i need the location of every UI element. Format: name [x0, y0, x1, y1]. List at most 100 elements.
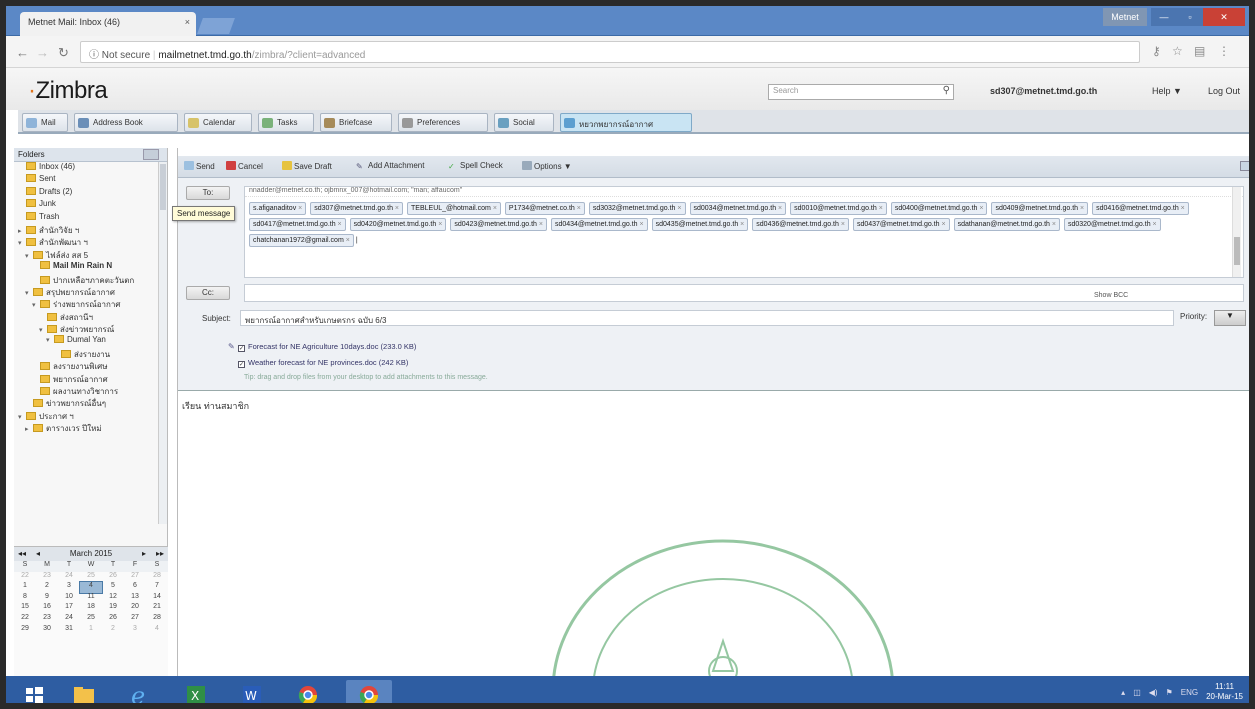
- recipient-bubble[interactable]: sd0423@metnet.tmd.go.th ×: [450, 218, 547, 231]
- folder-item[interactable]: ▸ สำนักวิจัย ฯ: [14, 224, 167, 236]
- minimize-icon[interactable]: —: [1151, 8, 1177, 26]
- language-indicator[interactable]: ENG: [1181, 688, 1198, 697]
- menu-icon[interactable]: ⋮: [1218, 44, 1230, 58]
- calendar-day[interactable]: 23: [36, 614, 58, 625]
- folder-item[interactable]: Junk: [14, 199, 167, 211]
- file-explorer-icon[interactable]: [66, 680, 102, 703]
- remove-recipient-icon[interactable]: ×: [1078, 205, 1084, 212]
- folder-item[interactable]: ▾ ส่งข่าวพยากรณ์: [14, 323, 167, 335]
- remove-recipient-icon[interactable]: ×: [436, 221, 442, 228]
- expand-toggle-icon[interactable]: ▾: [46, 336, 54, 344]
- spell-check-button[interactable]: ✓ Spell Check: [448, 161, 503, 171]
- to-field[interactable]: nnadder@metnet.co.th; ojbmnx_007@hotmail…: [244, 186, 1244, 278]
- chrome-icon[interactable]: [290, 680, 326, 703]
- folder-item[interactable]: Trash: [14, 211, 167, 224]
- recipient-bubble[interactable]: sd0409@metnet.tmd.go.th ×: [991, 202, 1089, 215]
- next-month-icon[interactable]: ▸: [142, 549, 146, 558]
- options-button[interactable]: Options ▼: [522, 161, 572, 171]
- calendar-day[interactable]: 5: [102, 582, 124, 593]
- close-window-icon[interactable]: ✕: [1203, 8, 1245, 26]
- prev-month-icon[interactable]: ◂: [36, 549, 40, 558]
- calendar-day[interactable]: 17: [58, 603, 80, 614]
- tab-briefcase[interactable]: Briefcase: [320, 113, 392, 132]
- calendar-day[interactable]: 6: [124, 582, 146, 593]
- url-field[interactable]: ⓘ Not secure | mailmetnet.tmd.go.th/zimb…: [80, 41, 1140, 63]
- calendar-day[interactable]: 22: [14, 614, 36, 625]
- expand-toggle-icon[interactable]: ▸: [25, 425, 33, 433]
- calendar-day[interactable]: 2: [102, 625, 124, 636]
- attachment-item[interactable]: ✓ Weather forecast for NE provinces.doc (…: [228, 358, 408, 368]
- chrome-active-icon[interactable]: [346, 680, 392, 703]
- remove-recipient-icon[interactable]: ×: [977, 205, 983, 212]
- tab-close-icon[interactable]: ×: [185, 17, 190, 27]
- subject-input[interactable]: พยากรณ์อากาศสำหรับเกษตรกร ฉบับ 6/3: [240, 310, 1174, 326]
- remove-recipient-icon[interactable]: ×: [839, 221, 845, 228]
- send-button[interactable]: Send: [184, 161, 215, 171]
- recipient-bubble[interactable]: sd0010@metnet.tmd.go.th ×: [790, 202, 887, 215]
- remove-recipient-icon[interactable]: ×: [393, 205, 399, 212]
- calendar-day[interactable]: 8: [14, 593, 36, 604]
- calendar-day[interactable]: 10: [58, 593, 80, 604]
- maximize-icon[interactable]: ▫: [1177, 8, 1203, 26]
- folder-item[interactable]: ส่งสถานีฯ: [14, 311, 167, 323]
- recipient-bubble[interactable]: sd0417@metnet.tmd.go.th ×: [249, 218, 346, 231]
- priority-select[interactable]: ▼: [1214, 310, 1246, 326]
- remove-recipient-icon[interactable]: ×: [1151, 221, 1157, 228]
- remove-recipient-icon[interactable]: ×: [1179, 205, 1185, 212]
- scrollbar-thumb[interactable]: [160, 164, 166, 210]
- calendar-day[interactable]: 16: [36, 603, 58, 614]
- expand-toggle-icon[interactable]: ▾: [25, 252, 33, 260]
- folder-item[interactable]: ▾ Dumal Yan: [14, 335, 167, 347]
- folder-item[interactable]: ▾ ร่างพยากรณ์อากาศ: [14, 298, 167, 310]
- folder-item[interactable]: ส่งรายงาน: [14, 348, 167, 360]
- folder-item[interactable]: Sent: [14, 174, 167, 186]
- calendar-day[interactable]: 20: [124, 603, 146, 614]
- tab-preferences[interactable]: Preferences: [398, 113, 488, 132]
- expand-toggle-icon[interactable]: ▾: [39, 326, 47, 334]
- tab-calendar[interactable]: Calendar: [184, 113, 252, 132]
- attachment-checkbox[interactable]: ✓: [238, 361, 245, 368]
- cc-button[interactable]: Cc:: [186, 286, 230, 300]
- back-icon[interactable]: ←: [16, 45, 29, 60]
- recipient-bubble[interactable]: sd3032@metnet.tmd.go.th ×: [588, 202, 686, 215]
- remove-recipient-icon[interactable]: ×: [738, 221, 744, 228]
- logout-link[interactable]: Log Out: [1208, 86, 1240, 96]
- recipient-bubble[interactable]: sd0400@metnet.tmd.go.th ×: [890, 202, 988, 215]
- calendar-day[interactable]: 7: [146, 582, 168, 593]
- word-icon[interactable]: W: [234, 680, 270, 703]
- save-draft-button[interactable]: Save Draft: [282, 161, 332, 171]
- recipient-bubble[interactable]: sd0034@metnet.tmd.go.th ×: [689, 202, 787, 215]
- extension-icon[interactable]: ▤: [1194, 44, 1205, 58]
- calendar-day[interactable]: 26: [102, 572, 124, 583]
- calendar-day[interactable]: 15: [14, 603, 36, 614]
- window-user-badge[interactable]: Metnet: [1103, 8, 1147, 26]
- calendar-day[interactable]: 31: [58, 625, 80, 636]
- folder-item[interactable]: Mail Min Rain N: [14, 261, 167, 273]
- calendar-day[interactable]: 9: [36, 593, 58, 604]
- new-tab-button[interactable]: [197, 18, 235, 34]
- calendar-day[interactable]: 30: [36, 625, 58, 636]
- calendar-day[interactable]: 25: [80, 614, 102, 625]
- calendar-day[interactable]: 14: [146, 593, 168, 604]
- calendar-day[interactable]: 4: [79, 581, 103, 594]
- expand-toggle-icon[interactable]: ▾: [32, 301, 40, 309]
- help-menu[interactable]: Help ▼: [1152, 86, 1182, 96]
- calendar-day[interactable]: 13: [124, 593, 146, 604]
- recipient-bubble[interactable]: sd0436@metnet.tmd.go.th ×: [752, 218, 849, 231]
- remove-recipient-icon[interactable]: ×: [675, 205, 681, 212]
- remove-recipient-icon[interactable]: ×: [940, 221, 945, 228]
- recipient-bubble[interactable]: sd0416@metnet.tmd.go.th ×: [1092, 202, 1189, 215]
- calendar-day[interactable]: 12: [102, 593, 124, 604]
- search-input[interactable]: Search ⚲: [768, 84, 954, 100]
- tab-mail[interactable]: Mail: [22, 113, 68, 132]
- tray-up-icon[interactable]: ▴: [1121, 688, 1125, 697]
- calendar-day[interactable]: 27: [124, 614, 146, 625]
- calendar-day[interactable]: 24: [58, 572, 80, 583]
- search-icon[interactable]: ⚲: [943, 85, 950, 96]
- tab-address-book[interactable]: Address Book: [74, 113, 178, 132]
- expand-toggle-icon[interactable]: ▸: [18, 227, 26, 235]
- detach-icon[interactable]: [1240, 161, 1249, 171]
- folder-options-icon[interactable]: [143, 149, 159, 160]
- recipient-bubble[interactable]: sd0437@metnet.tmd.go.th ×: [852, 218, 950, 231]
- next-year-icon[interactable]: ▸▸: [156, 549, 164, 558]
